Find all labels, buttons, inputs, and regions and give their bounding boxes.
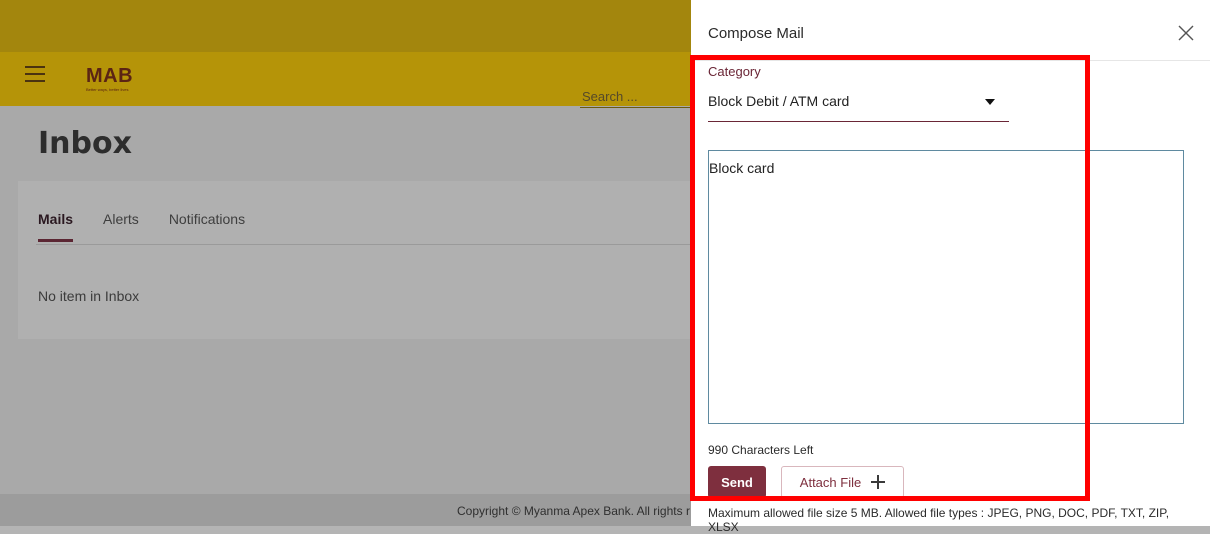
panel-divider xyxy=(691,60,1210,61)
tab-mails[interactable]: Mails xyxy=(38,211,74,242)
copyright-text: Copyright © Myanma Apex Bank. All rights… xyxy=(457,504,690,518)
tab-divider xyxy=(36,244,698,245)
category-label: Category xyxy=(708,64,761,79)
close-icon[interactable] xyxy=(1177,24,1195,42)
logo[interactable]: MAB Better ways, better lives xyxy=(86,66,133,92)
plus-icon xyxy=(871,475,886,489)
category-selected-value: Block Debit / ATM card xyxy=(708,93,850,109)
compose-mail-panel: Compose Mail Category Block Debit / ATM … xyxy=(691,0,1210,534)
tab-notifications[interactable]: Notifications xyxy=(169,211,245,242)
attach-file-button[interactable]: Attach File xyxy=(781,466,904,498)
file-size-note: Maximum allowed file size 5 MB. Allowed … xyxy=(708,506,1170,534)
search-input[interactable] xyxy=(580,85,694,108)
send-button[interactable]: Send xyxy=(708,466,766,498)
logo-text: MAB xyxy=(86,65,134,87)
tab-alerts[interactable]: Alerts xyxy=(103,211,139,242)
panel-title: Compose Mail xyxy=(708,25,804,42)
characters-left: 990 Characters Left xyxy=(708,443,814,457)
category-select[interactable]: Block Debit / ATM card xyxy=(708,88,1009,122)
message-textarea[interactable]: Block card xyxy=(708,150,1184,424)
logo-tagline: Better ways, better lives xyxy=(86,87,129,92)
empty-inbox-message: No item in Inbox xyxy=(38,288,140,304)
inbox-card: Mails Alerts Notifications No item in In… xyxy=(18,181,698,339)
page-title: Inbox xyxy=(38,126,132,161)
attach-file-label: Attach File xyxy=(799,474,862,490)
caret-down-icon xyxy=(985,99,995,105)
hamburger-icon[interactable] xyxy=(25,66,45,82)
inbox-tabs: Mails Alerts Notifications xyxy=(38,211,275,242)
